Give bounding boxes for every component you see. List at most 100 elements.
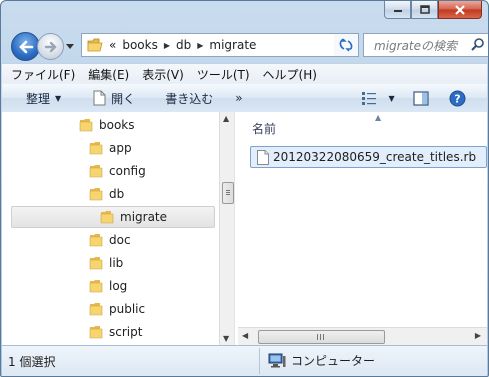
back-arrow-icon xyxy=(18,40,33,53)
selection-count: 1 個選択 xyxy=(8,355,56,369)
sort-ascending-icon: ▲ xyxy=(375,113,382,122)
file-item[interactable]: 20120322080659_create_titles.rb xyxy=(250,146,487,168)
file-icon xyxy=(257,149,269,165)
status-separator xyxy=(259,348,260,374)
search-placeholder[interactable]: migrateの検索 xyxy=(374,37,457,54)
breadcrumb-db[interactable]: db xyxy=(176,38,191,52)
help-button[interactable]: ? xyxy=(449,90,466,107)
more-commands-button[interactable]: » xyxy=(235,91,242,105)
tree-item-label: app xyxy=(109,141,132,155)
caption-buttons xyxy=(384,1,482,19)
folder-icon xyxy=(100,211,114,224)
document-icon xyxy=(93,90,106,106)
tree-item-log[interactable]: log xyxy=(89,275,209,297)
tree-item-label: db xyxy=(109,187,125,201)
scroll-down-icon[interactable]: ▼ xyxy=(223,334,229,343)
maximize-icon xyxy=(419,5,430,14)
menu-tools[interactable]: ツール(T) xyxy=(197,66,250,83)
folder-icon xyxy=(89,165,103,178)
grip-line xyxy=(320,334,321,340)
column-header-name[interactable]: 名前 xyxy=(252,120,276,137)
folder-icon xyxy=(89,257,103,270)
chevron-down-icon xyxy=(66,43,74,49)
folder-icon xyxy=(89,188,103,201)
open-button[interactable]: 開く xyxy=(93,90,135,107)
tree-item-db[interactable]: db xyxy=(89,183,209,205)
folder-icon xyxy=(87,38,103,52)
tree-item-script[interactable]: script xyxy=(89,321,209,343)
scrollbar-thumb[interactable] xyxy=(258,330,385,344)
menu-help[interactable]: ヘルプ(H) xyxy=(263,66,317,83)
explorer-window: « books ▶ db ▶ migrate migrateの検索 ファイル(F… xyxy=(0,0,489,377)
folder-icon xyxy=(89,326,103,339)
menu-view[interactable]: 表示(V) xyxy=(142,66,184,83)
tree-item-books[interactable]: books xyxy=(79,114,209,136)
breadcrumb-migrate[interactable]: migrate xyxy=(209,38,256,52)
change-view-button[interactable] xyxy=(361,91,377,105)
scroll-up-icon[interactable]: ▲ xyxy=(223,114,229,123)
tree-item-label: script xyxy=(109,325,143,339)
menu-edit[interactable]: 編集(E) xyxy=(88,66,129,83)
tree-item-doc[interactable]: doc xyxy=(89,229,209,251)
minimize-button[interactable] xyxy=(384,1,411,19)
preview-pane-icon xyxy=(413,90,429,106)
file-list-scrollbar[interactable]: ◀ ▶ xyxy=(238,327,487,345)
scroll-right-icon[interactable]: ▶ xyxy=(475,331,481,340)
breadcrumb-separator-icon[interactable]: ▶ xyxy=(197,41,203,50)
menu-file[interactable]: ファイル(F) xyxy=(11,66,75,83)
tree-item-label: doc xyxy=(109,233,131,247)
grip-line xyxy=(226,194,230,195)
search-icon[interactable] xyxy=(471,37,485,51)
navigation-bar: « books ▶ db ▶ migrate migrateの検索 xyxy=(7,29,488,61)
recent-pages-dropdown[interactable] xyxy=(65,41,75,51)
tree-item-config[interactable]: config xyxy=(89,160,209,182)
minimize-icon xyxy=(393,9,402,12)
tree-item-label: config xyxy=(109,164,146,178)
grip-line xyxy=(317,334,318,340)
grip-line xyxy=(226,190,230,191)
burn-button[interactable]: 書き込む xyxy=(165,90,213,107)
content-area: books app config db migrate doc lib log … xyxy=(2,112,487,345)
menu-bar: ファイル(F) 編集(E) 表示(V) ツール(T) ヘルプ(H) xyxy=(2,63,487,84)
refresh-button[interactable] xyxy=(334,33,359,57)
folder-icon xyxy=(89,280,103,293)
tree-item-lib[interactable]: lib xyxy=(89,252,209,274)
tree-item-label: books xyxy=(99,118,135,132)
breadcrumb-books[interactable]: books xyxy=(122,38,158,52)
svg-text:?: ? xyxy=(454,92,460,105)
help-icon: ? xyxy=(449,90,466,106)
refresh-icon xyxy=(339,38,353,52)
maximize-button[interactable] xyxy=(411,1,438,19)
breadcrumb-overflow[interactable]: « xyxy=(109,38,116,52)
chevron-down-icon: ▼ xyxy=(388,93,395,103)
forward-button[interactable] xyxy=(37,33,64,60)
view-options-dropdown[interactable]: ▼ xyxy=(389,94,395,103)
breadcrumb-separator-icon[interactable]: ▶ xyxy=(164,41,170,50)
preview-pane-button[interactable] xyxy=(413,90,429,106)
back-button[interactable] xyxy=(11,32,40,61)
scroll-left-icon[interactable]: ◀ xyxy=(242,331,248,340)
folder-icon xyxy=(89,303,103,316)
folder-icon xyxy=(89,142,103,155)
tree-item-public[interactable]: public xyxy=(89,298,209,320)
more-label: » xyxy=(235,91,243,105)
address-bar[interactable]: « books ▶ db ▶ migrate xyxy=(81,33,359,57)
tree-item-app[interactable]: app xyxy=(89,137,209,159)
chevron-down-icon: ▼ xyxy=(55,93,62,103)
grip-line xyxy=(323,334,324,340)
close-button[interactable] xyxy=(438,1,482,19)
view-list-icon xyxy=(361,92,376,105)
search-box[interactable]: migrateの検索 xyxy=(363,33,488,57)
tree-item-label: public xyxy=(109,302,146,316)
command-bar: 整理 ▼ 開く 書き込む » ▼ ? xyxy=(2,83,487,113)
navigation-scrollbar[interactable]: ▲ ▼ xyxy=(219,112,235,345)
file-list-pane: ▲ 名前 20120322080659_create_titles.rb ◀ ▶ xyxy=(238,112,487,345)
close-icon xyxy=(455,4,465,15)
burn-label: 書き込む xyxy=(165,91,214,106)
organize-button[interactable]: 整理 ▼ xyxy=(26,90,61,107)
scrollbar-thumb[interactable] xyxy=(222,182,234,204)
tree-item-migrate[interactable]: migrate xyxy=(11,206,215,228)
open-label: 開く xyxy=(111,91,136,106)
location-label: コンピューター xyxy=(291,354,376,368)
computer-icon xyxy=(268,353,286,368)
